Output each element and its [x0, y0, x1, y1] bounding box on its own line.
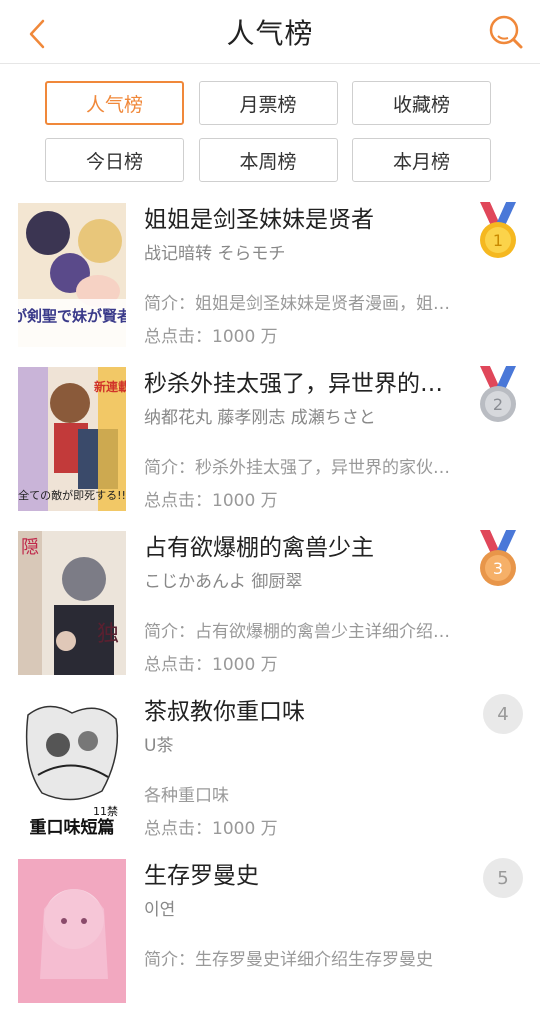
svg-text:独: 独 — [97, 622, 119, 647]
item-info: 占有欲爆棚的禽兽少主 こじかあんよ 御厨翠 简介：占有欲爆棚的禽兽少主详细介绍占… — [144, 532, 464, 677]
comic-description: 简介：秒杀外挂太强了，异世界的家伙们根本就不是对手 — [144, 458, 464, 478]
list-item[interactable]: 11禁 重口味短篇 茶叔教你重口味 U茶 各种重口味 总点击：1000 万 4 — [0, 692, 540, 856]
comic-title: 占有欲爆棚的禽兽少主 — [144, 535, 374, 561]
top-bar: 人气榜 — [0, 0, 540, 64]
comic-title: 生存罗曼史 — [144, 863, 259, 889]
rank-badge: 4 — [483, 694, 523, 734]
comic-description: 简介：姐姐是剑圣妹妹是贤者漫画，姐姐是剑圣妹妹是贤者 — [144, 294, 464, 314]
comic-author: 纳都花丸 藤孝刚志 成瀬ちさと — [144, 408, 376, 428]
search-button[interactable] — [486, 12, 526, 52]
search-icon — [489, 15, 523, 49]
filter-today[interactable]: 今日榜 — [45, 138, 184, 182]
filter-favorites[interactable]: 收藏榜 — [352, 81, 491, 125]
click-count: 总点击：1000 万 — [144, 655, 278, 675]
comic-cover[interactable]: 姉が剣聖で妹が賢者で — [18, 203, 126, 347]
cover-text: 姉が剣聖で妹が賢者で — [18, 307, 126, 325]
list-item[interactable]: 新連載 全ての敵が即死する!! 秒杀外挂太强了，异世界的家伙们根本就不是对手 纳… — [0, 364, 540, 528]
list-item[interactable]: 隠 独 占有欲爆棚的禽兽少主 こじかあんよ 御厨翠 简介：占有欲爆棚的禽兽少主详… — [0, 528, 540, 692]
ranking-filter-grid: 人气榜 月票榜 收藏榜 今日榜 本周榜 本月榜 — [45, 81, 491, 195]
svg-text:全ての敵が即死する!!: 全ての敵が即死する!! — [18, 488, 126, 502]
list-item[interactable]: 生存罗曼史 이연 简介：生存罗曼史详细介绍生存罗曼史 5 — [0, 856, 540, 1020]
click-count: 总点击：1000 万 — [144, 819, 278, 839]
click-count: 总点击：1000 万 — [144, 327, 278, 347]
comic-title: 姐姐是剑圣妹妹是贤者 — [144, 207, 374, 233]
filter-this-week[interactable]: 本周榜 — [198, 138, 338, 182]
comic-title: 秒杀外挂太强了，异世界的家伙们根本就不是对手 — [144, 371, 464, 397]
item-info: 姐姐是剑圣妹妹是贤者 战记暗转 そらモチ 简介：姐姐是剑圣妹妹是贤者漫画，姐姐是… — [144, 204, 464, 349]
comic-description: 简介：生存罗曼史详细介绍生存罗曼史 — [144, 950, 433, 970]
svg-text:重口味短篇: 重口味短篇 — [30, 817, 115, 838]
filter-row: 今日榜 本周榜 本月榜 — [45, 138, 491, 182]
page-title: 人气榜 — [226, 17, 314, 50]
comic-author: 战记暗转 そらモチ — [144, 244, 286, 264]
comic-cover[interactable]: 新連載 全ての敵が即死する!! — [18, 367, 126, 511]
comic-author: 이연 — [144, 900, 176, 920]
ranking-list: 姉が剣聖で妹が賢者で 姐姐是剑圣妹妹是贤者 战记暗转 そらモチ 简介：姐姐是剑圣… — [0, 200, 540, 1020]
filter-monthly-ticket[interactable]: 月票榜 — [198, 81, 338, 125]
click-count: 总点击：1000 万 — [144, 491, 278, 511]
rank-number: 2 — [493, 395, 503, 414]
item-info: 茶叔教你重口味 U茶 各种重口味 总点击：1000 万 — [144, 696, 464, 841]
filter-this-month[interactable]: 本月榜 — [352, 138, 491, 182]
comic-author: U茶 — [144, 736, 174, 756]
comic-title: 茶叔教你重口味 — [144, 699, 305, 725]
silver-medal-icon: 2 — [474, 366, 522, 426]
bronze-medal-icon: 3 — [474, 530, 522, 590]
rank-number: 3 — [493, 559, 503, 578]
svg-text:隠: 隠 — [21, 537, 39, 558]
comic-cover[interactable]: 11禁 重口味短篇 — [18, 695, 126, 839]
comic-cover[interactable] — [18, 859, 126, 1003]
filter-row: 人气榜 月票榜 收藏榜 — [45, 81, 491, 125]
filter-popular[interactable]: 人气榜 — [45, 81, 184, 125]
list-item[interactable]: 姉が剣聖で妹が賢者で 姐姐是剑圣妹妹是贤者 战记暗转 そらモチ 简介：姐姐是剑圣… — [0, 200, 540, 364]
svg-text:11禁: 11禁 — [93, 805, 118, 818]
item-info: 秒杀外挂太强了，异世界的家伙们根本就不是对手 纳都花丸 藤孝刚志 成瀬ちさと 简… — [144, 368, 464, 513]
item-info: 生存罗曼史 이연 简介：生存罗曼史详细介绍生存罗曼史 — [144, 860, 464, 972]
comic-description: 简介：占有欲爆棚的禽兽少主详细介绍占有欲爆棚的禽兽少主 — [144, 622, 464, 642]
rank-number: 1 — [493, 231, 503, 250]
rank-badge: 5 — [483, 858, 523, 898]
comic-cover[interactable]: 隠 独 — [18, 531, 126, 675]
gold-medal-icon: 1 — [474, 202, 522, 262]
comic-description: 各种重口味 — [144, 786, 229, 806]
svg-text:新連載: 新連載 — [94, 379, 126, 394]
comic-author: こじかあんよ 御厨翠 — [144, 572, 303, 592]
